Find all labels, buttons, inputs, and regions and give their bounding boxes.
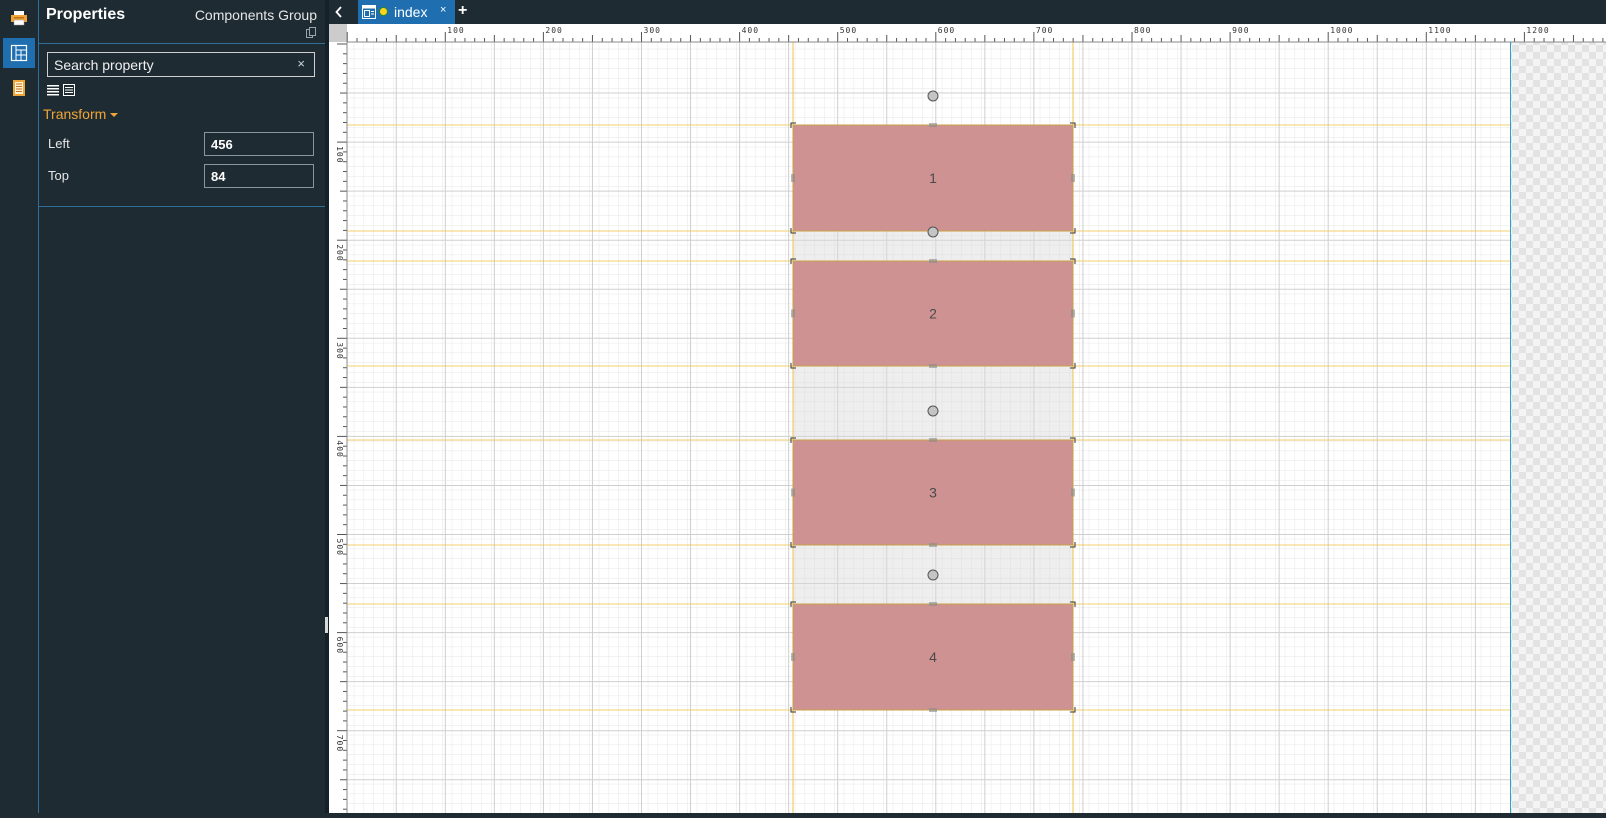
component-label: 4 [929, 649, 937, 665]
ruler-x-label: 100 [447, 26, 464, 35]
resize-handle[interactable] [929, 123, 937, 127]
left-input[interactable] [204, 132, 314, 156]
properties-icon[interactable] [3, 38, 35, 68]
copy-icon[interactable] [306, 25, 316, 38]
section-label: Transform [43, 106, 107, 122]
transform-section-toggle[interactable]: Transform [43, 106, 119, 122]
view-toggle [47, 83, 75, 96]
group-name: Components Group [194, 7, 317, 23]
component-1[interactable]: 1 [792, 124, 1074, 232]
ruler-x-label: 800 [1134, 26, 1151, 35]
rotate-handle[interactable] [927, 569, 939, 581]
resize-handle [791, 488, 795, 497]
ruler-x-label: 1100 [1428, 26, 1451, 35]
ruler-x-label: 700 [1036, 26, 1053, 35]
resize-handle[interactable] [929, 438, 937, 442]
clear-icon[interactable]: × [297, 56, 305, 71]
close-icon[interactable]: × [440, 4, 446, 16]
ruler-y-label: 200 [335, 244, 344, 261]
search-input[interactable] [48, 53, 294, 76]
tab-index[interactable]: index × [358, 0, 455, 24]
ruler-x-label: 300 [644, 26, 661, 35]
ruler-x-label: 900 [1232, 26, 1249, 35]
ruler-x-label: 200 [545, 26, 562, 35]
rotate-handle[interactable] [927, 226, 939, 238]
caret-down-icon [110, 113, 119, 118]
top-input[interactable] [204, 164, 314, 188]
ruler-x-label: 600 [938, 26, 955, 35]
property-label: Left [48, 136, 70, 151]
resize-handle [1071, 309, 1075, 318]
rotate-handle[interactable] [927, 405, 939, 417]
tab-label: index [394, 4, 428, 20]
ruler-x-label: 400 [742, 26, 759, 35]
ruler-x-label: 1200 [1526, 26, 1549, 35]
list-view-icon[interactable] [47, 83, 59, 96]
search-box: × [47, 52, 315, 77]
status-dot [379, 7, 388, 16]
component-4[interactable]: 4 [792, 603, 1074, 711]
resize-handle[interactable] [929, 364, 937, 368]
ruler-y-label: 600 [335, 637, 344, 654]
design-canvas[interactable]: 1 2 3 4 100 200 300 400 500 600 700 800 900 1000 1100… [329, 24, 1606, 813]
resize-handle[interactable] [929, 259, 937, 263]
panel-divider [39, 43, 325, 44]
resize-handle[interactable] [929, 602, 937, 606]
rotate-handle[interactable] [927, 90, 939, 102]
resize-handle [1071, 174, 1075, 182]
grouped-view-icon[interactable] [63, 83, 75, 96]
page-icon [362, 5, 376, 19]
component-3[interactable]: 3 [792, 439, 1074, 546]
ruler-y-label: 300 [335, 342, 344, 359]
chevron-left-icon[interactable] [329, 0, 349, 24]
panel-title: Properties [46, 6, 126, 23]
resize-handle [791, 653, 795, 661]
properties-panel: Properties Components Group × Transform … [39, 0, 325, 813]
resize-handle [791, 174, 795, 182]
resize-grip[interactable] [325, 617, 328, 633]
resize-handle[interactable] [929, 708, 937, 712]
component-label: 1 [929, 170, 937, 186]
property-row-top: Top [48, 164, 318, 190]
property-label: Top [48, 168, 69, 183]
ruler-x-label: 500 [840, 26, 857, 35]
add-tab-button[interactable]: + [458, 2, 467, 20]
tab-bar: index × + [329, 0, 1606, 24]
activity-bar [0, 0, 39, 813]
resize-handle [1071, 488, 1075, 497]
component-2[interactable]: 2 [792, 260, 1074, 367]
canvas-surface[interactable]: 1 2 3 4 100 200 300 400 500 600 700 800 900 1000 1100… [329, 24, 1606, 813]
resize-handle[interactable] [929, 543, 937, 547]
ruler-x-label: 1000 [1330, 26, 1353, 35]
ruler-y-label: 700 [335, 735, 344, 752]
spacer-band [793, 366, 1073, 440]
resize-handle [1071, 653, 1075, 661]
component-label: 2 [929, 306, 937, 322]
ruler-y-label: 400 [335, 440, 344, 457]
printer-icon[interactable] [3, 3, 35, 33]
ruler-y-label: 500 [335, 539, 344, 556]
ruler-y-label: 100 [335, 146, 344, 163]
book-icon[interactable] [3, 73, 35, 103]
panel-divider [39, 206, 325, 207]
resize-handle [791, 309, 795, 318]
property-row-left: Left [48, 132, 318, 158]
component-label: 3 [929, 485, 937, 501]
